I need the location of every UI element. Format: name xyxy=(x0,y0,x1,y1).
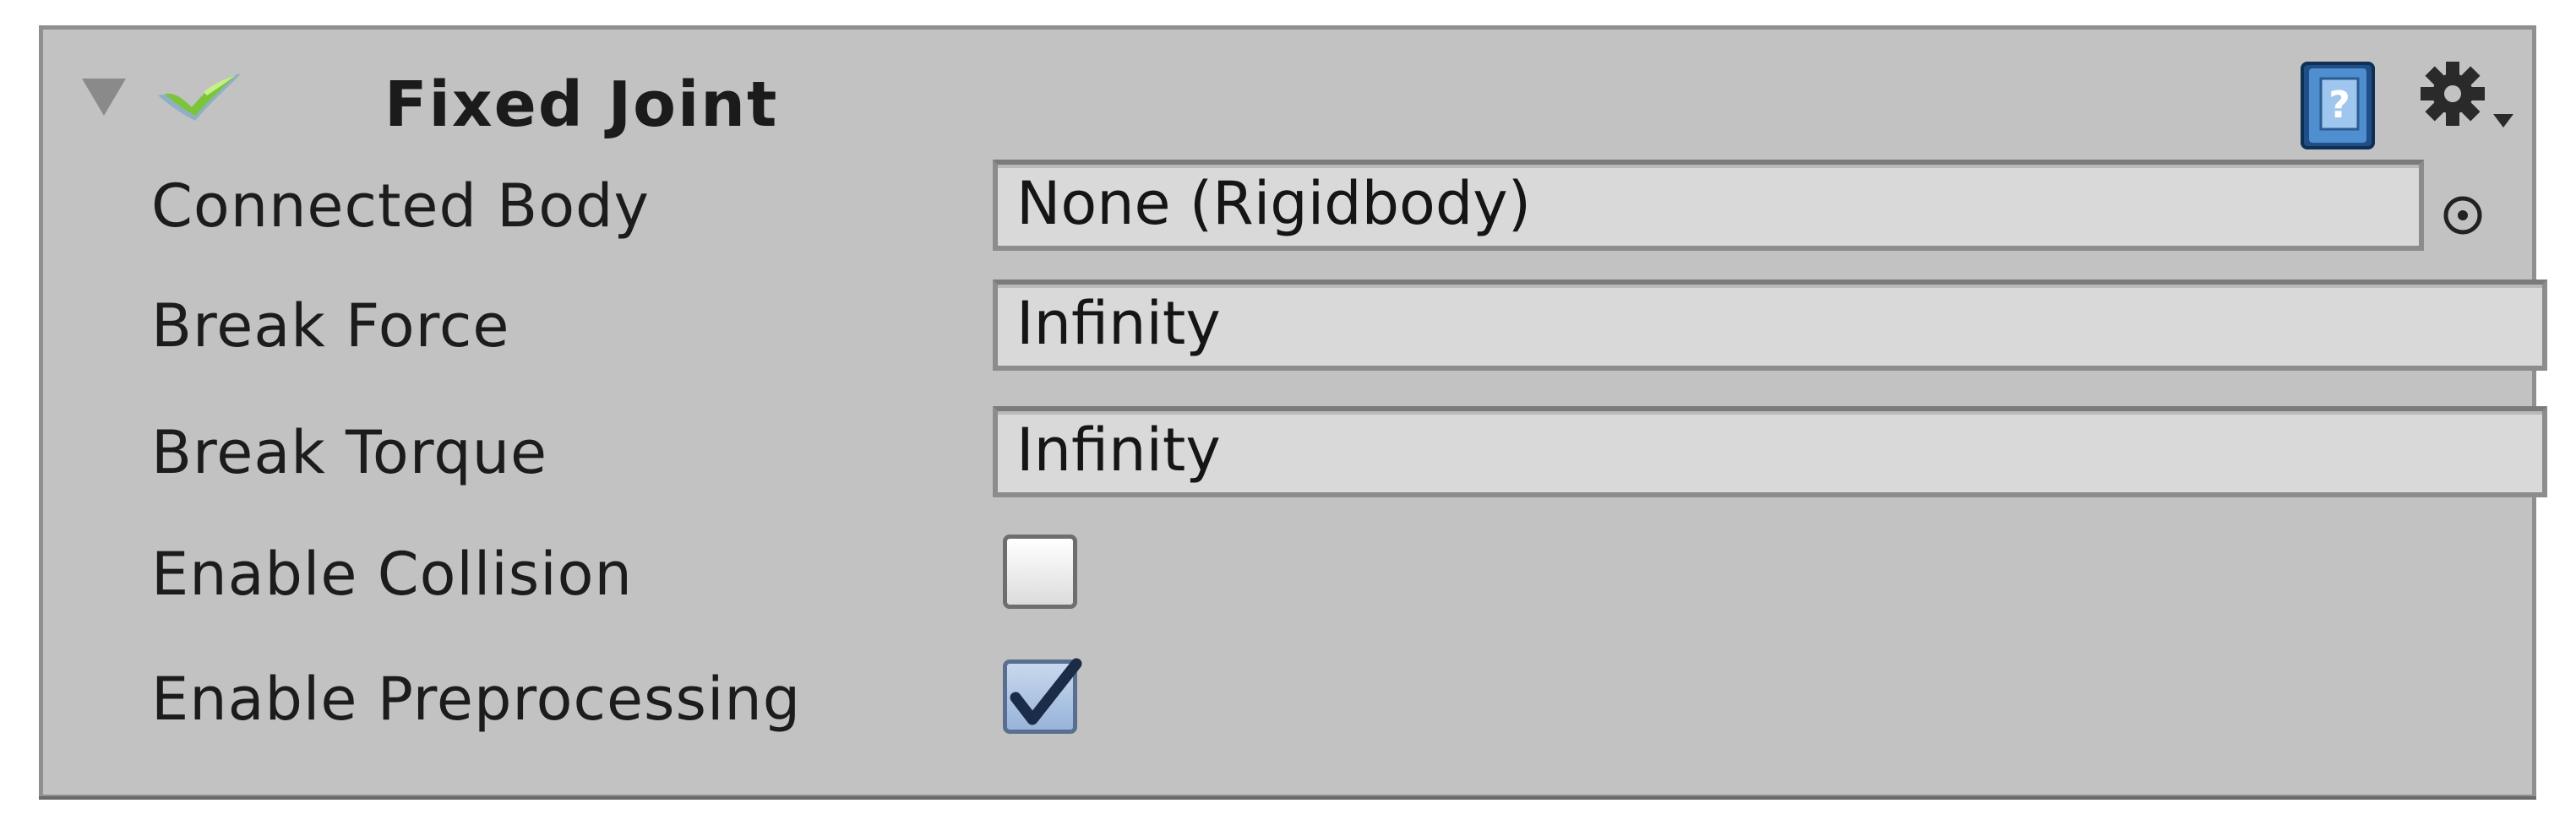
break-force-field[interactable]: Infinity xyxy=(993,280,2547,371)
foldout-arrow-icon[interactable] xyxy=(82,79,126,116)
panel-bottom-border xyxy=(39,796,2536,800)
enable-preprocessing-checkbox[interactable] xyxy=(1003,658,1082,734)
connected-body-label: Connected Body xyxy=(151,171,650,241)
fixed-joint-component-panel: Fixed Joint ? Connected Body None (Rigid… xyxy=(39,25,2547,799)
component-header: Fixed Joint ? xyxy=(43,30,2532,149)
gear-settings-icon[interactable] xyxy=(2415,60,2520,144)
break-force-label: Break Force xyxy=(151,291,510,361)
help-book-icon[interactable]: ? xyxy=(2299,60,2380,153)
enable-preprocessing-label: Enable Preprocessing xyxy=(151,665,802,734)
svg-text:?: ? xyxy=(2328,84,2350,127)
enable-collision-checkbox[interactable] xyxy=(1003,535,1077,609)
component-title: Fixed Joint xyxy=(384,68,779,141)
break-torque-field[interactable]: Infinity xyxy=(993,406,2547,497)
break-torque-label: Break Torque xyxy=(151,418,548,487)
component-enabled-check-icon[interactable] xyxy=(153,67,246,126)
object-picker-icon[interactable] xyxy=(2439,192,2486,239)
enable-collision-label: Enable Collision xyxy=(151,540,633,609)
connected-body-field[interactable]: None (Rigidbody) xyxy=(993,160,2424,251)
checkmark-icon xyxy=(1010,658,1082,725)
